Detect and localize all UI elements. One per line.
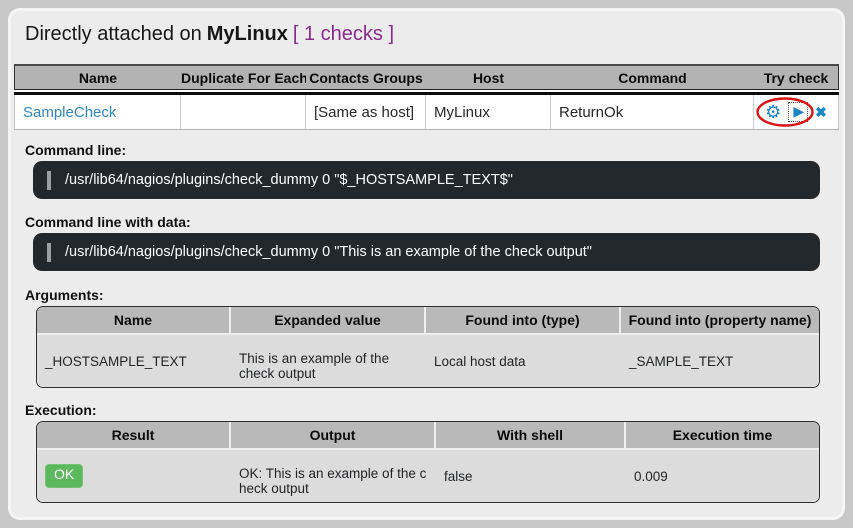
- column-header-command: Command: [551, 66, 754, 89]
- check-command-cell: ReturnOk: [551, 95, 754, 129]
- check-contacts-groups-cell: [Same as host]: [306, 95, 426, 129]
- check-duplicate-cell: [181, 95, 306, 129]
- checks-table: Name Duplicate For Each Contacts Groups …: [14, 64, 839, 130]
- title-host-name: MyLinux: [207, 23, 288, 45]
- gear-icon[interactable]: ⚙: [765, 103, 781, 121]
- command-line-value: /usr/lib64/nagios/plugins/check_dummy 0 …: [65, 172, 513, 188]
- argument-name-cell: _HOSTSAMPLE_TEXT: [37, 335, 231, 387]
- execution-header-result: Result: [37, 422, 231, 450]
- page-title: Directly attached onMyLinux[ 1 checks ]: [25, 21, 842, 47]
- check-table-row: SampleCheck [Same as host] MyLinux Retur…: [14, 95, 839, 130]
- play-button-focus-box[interactable]: ▶: [788, 102, 808, 122]
- title-prefix: Directly attached on: [25, 23, 202, 45]
- try-check-cell: ⚙ ▶ ✖: [754, 95, 838, 129]
- column-header-name: Name: [15, 66, 181, 89]
- execution-output-text: OK: This is an example of the check outp…: [239, 456, 428, 496]
- play-icon[interactable]: ▶: [793, 103, 804, 119]
- arguments-table: Name Expanded value Found into (type) Fo…: [36, 306, 820, 388]
- execution-header-with-shell: With shell: [436, 422, 626, 450]
- command-line-with-data-label: Command line with data:: [25, 214, 842, 230]
- check-name-cell: SampleCheck: [15, 95, 181, 129]
- code-accent-bar: [47, 171, 51, 190]
- main-panel: Directly attached onMyLinux[ 1 checks ] …: [8, 8, 845, 520]
- execution-output-cell: OK: This is an example of the check outp…: [231, 450, 436, 502]
- execution-header-execution-time: Execution time: [626, 422, 819, 450]
- column-header-host: Host: [426, 66, 551, 89]
- command-line-with-data-value: /usr/lib64/nagios/plugins/check_dummy 0 …: [65, 244, 592, 260]
- check-name-link[interactable]: SampleCheck: [23, 104, 116, 121]
- checks-count-link[interactable]: [ 1 checks ]: [293, 23, 394, 45]
- execution-header-output: Output: [231, 422, 436, 450]
- command-line-box: /usr/lib64/nagios/plugins/check_dummy 0 …: [33, 161, 820, 199]
- argument-expanded-value-cell: This is an example of the check output: [231, 335, 426, 387]
- arguments-header-found-into-property: Found into (property name): [621, 307, 819, 335]
- command-line-label: Command line:: [25, 142, 842, 158]
- argument-expanded-value-text: This is an example of the check output: [239, 341, 418, 381]
- execution-table: Result Output With shell Execution time …: [36, 421, 820, 503]
- execution-time-cell: 0.009: [626, 450, 819, 502]
- arguments-label: Arguments:: [25, 287, 842, 303]
- code-accent-bar: [47, 243, 51, 262]
- check-host-cell: MyLinux: [426, 95, 551, 129]
- execution-label: Execution:: [25, 402, 842, 418]
- argument-found-into-type-cell: Local host data: [426, 335, 621, 387]
- argument-found-into-property-cell: _SAMPLE_TEXT: [621, 335, 819, 387]
- close-icon[interactable]: ✖: [815, 105, 827, 119]
- arguments-header-name: Name: [37, 307, 231, 335]
- checks-table-header: Name Duplicate For Each Contacts Groups …: [14, 64, 839, 90]
- arguments-header-expanded-value: Expanded value: [231, 307, 426, 335]
- result-ok-badge: OK: [45, 464, 83, 487]
- column-header-duplicate-for-each: Duplicate For Each: [181, 66, 306, 89]
- arguments-header-found-into-type: Found into (type): [426, 307, 621, 335]
- column-header-contacts-groups: Contacts Groups: [306, 66, 426, 89]
- column-header-try-check: Try check: [754, 66, 838, 89]
- command-line-with-data-box: /usr/lib64/nagios/plugins/check_dummy 0 …: [33, 233, 820, 271]
- execution-result-cell: OK: [37, 450, 231, 502]
- execution-with-shell-cell: false: [436, 450, 626, 502]
